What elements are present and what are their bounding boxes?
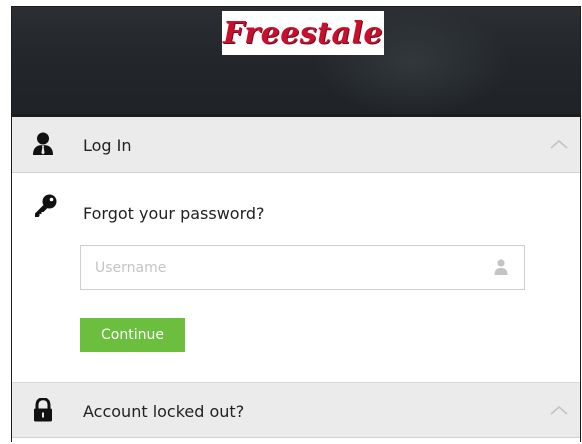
user-silhouette-icon <box>33 132 53 155</box>
padlock-icon <box>34 398 52 422</box>
forgot-password-label: Forgot your password? <box>83 204 265 223</box>
chevron-up-icon[interactable] <box>550 404 568 416</box>
account-locked-section-header[interactable]: Account locked out? <box>12 382 580 438</box>
username-input[interactable] <box>81 246 481 289</box>
user-icon <box>494 259 508 275</box>
brand-logo-text: Freestale <box>223 15 383 51</box>
account-locked-label: Account locked out? <box>83 402 245 421</box>
brand-logo: Freestale <box>222 11 384 55</box>
continue-button[interactable]: Continue <box>80 318 185 352</box>
username-field[interactable] <box>80 245 525 290</box>
hero-banner: Freestale <box>12 7 580 117</box>
chevron-up-icon[interactable] <box>550 138 568 150</box>
login-section-header[interactable]: Log In <box>12 117 580 173</box>
login-section-label: Log In <box>83 136 132 155</box>
key-icon <box>35 194 57 217</box>
forgot-password-panel: Forgot your password? Continue <box>12 173 580 382</box>
login-window: Freestale Log In Forgot your password? U… <box>11 6 581 442</box>
